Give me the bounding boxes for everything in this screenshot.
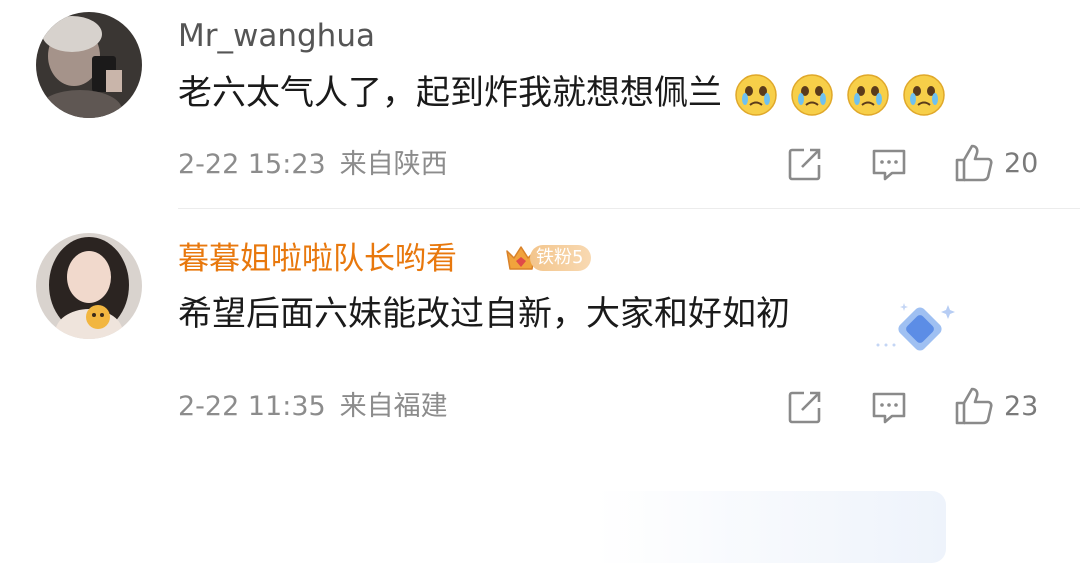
comment-meta: 2-22 15:23 来自陕西	[178, 148, 462, 182]
comment-bubble	[166, 491, 946, 563]
comment-meta: 2-22 11:35 来自福建	[178, 390, 462, 424]
like-count: 23	[1004, 390, 1039, 422]
avatar[interactable]	[36, 233, 142, 339]
reply-button[interactable]	[870, 144, 908, 184]
username[interactable]: 暮暮姐啦啦队长哟看	[178, 239, 457, 279]
crying-face-emoji-icon	[790, 73, 834, 117]
comment-text: 老六太气人了，起到炸我就想想佩兰	[178, 70, 946, 117]
crying-face-emoji-icon	[902, 73, 946, 117]
share-button[interactable]	[786, 144, 824, 184]
comment-item: Mr_wanghua 老六太气人了，起到炸我就想想佩兰 2-22 15:23 来自…	[0, 0, 1080, 208]
reply-button[interactable]	[870, 387, 908, 427]
diamond-decoration-icon	[876, 303, 955, 351]
share-icon	[788, 148, 821, 181]
comment-location: 来自陕西	[339, 149, 448, 180]
comment-date: 2-22 15:23	[178, 149, 326, 180]
comment-text: 希望后面六妹能改过自新，大家和好如初	[178, 294, 790, 334]
like-button[interactable]: 20	[954, 143, 1038, 183]
share-button[interactable]	[786, 387, 824, 427]
comment-location: 来自福建	[339, 391, 448, 422]
username[interactable]: Mr_wanghua	[178, 16, 375, 56]
crying-face-emoji-icon	[734, 73, 778, 117]
like-icon	[955, 387, 993, 425]
share-icon	[788, 391, 821, 424]
fan-badge[interactable]: 铁粉5	[504, 243, 592, 273]
like-button[interactable]: 23	[954, 386, 1038, 426]
like-count: 20	[1004, 147, 1039, 179]
like-icon	[955, 144, 993, 182]
crying-face-emoji-icon	[846, 73, 890, 117]
comment-date: 2-22 11:35	[178, 391, 326, 422]
fan-badge-label: 铁粉5	[530, 245, 592, 271]
comment-icon	[872, 149, 906, 181]
comment-icon	[872, 392, 906, 424]
comment-body: 老六太气人了，起到炸我就想想佩兰	[178, 73, 722, 113]
comment-item: 暮暮姐啦啦队长哟看 铁粉5 希望后面六妹能改过自新，大家和好如初 2-22 11…	[0, 209, 1080, 563]
avatar[interactable]	[36, 12, 142, 118]
